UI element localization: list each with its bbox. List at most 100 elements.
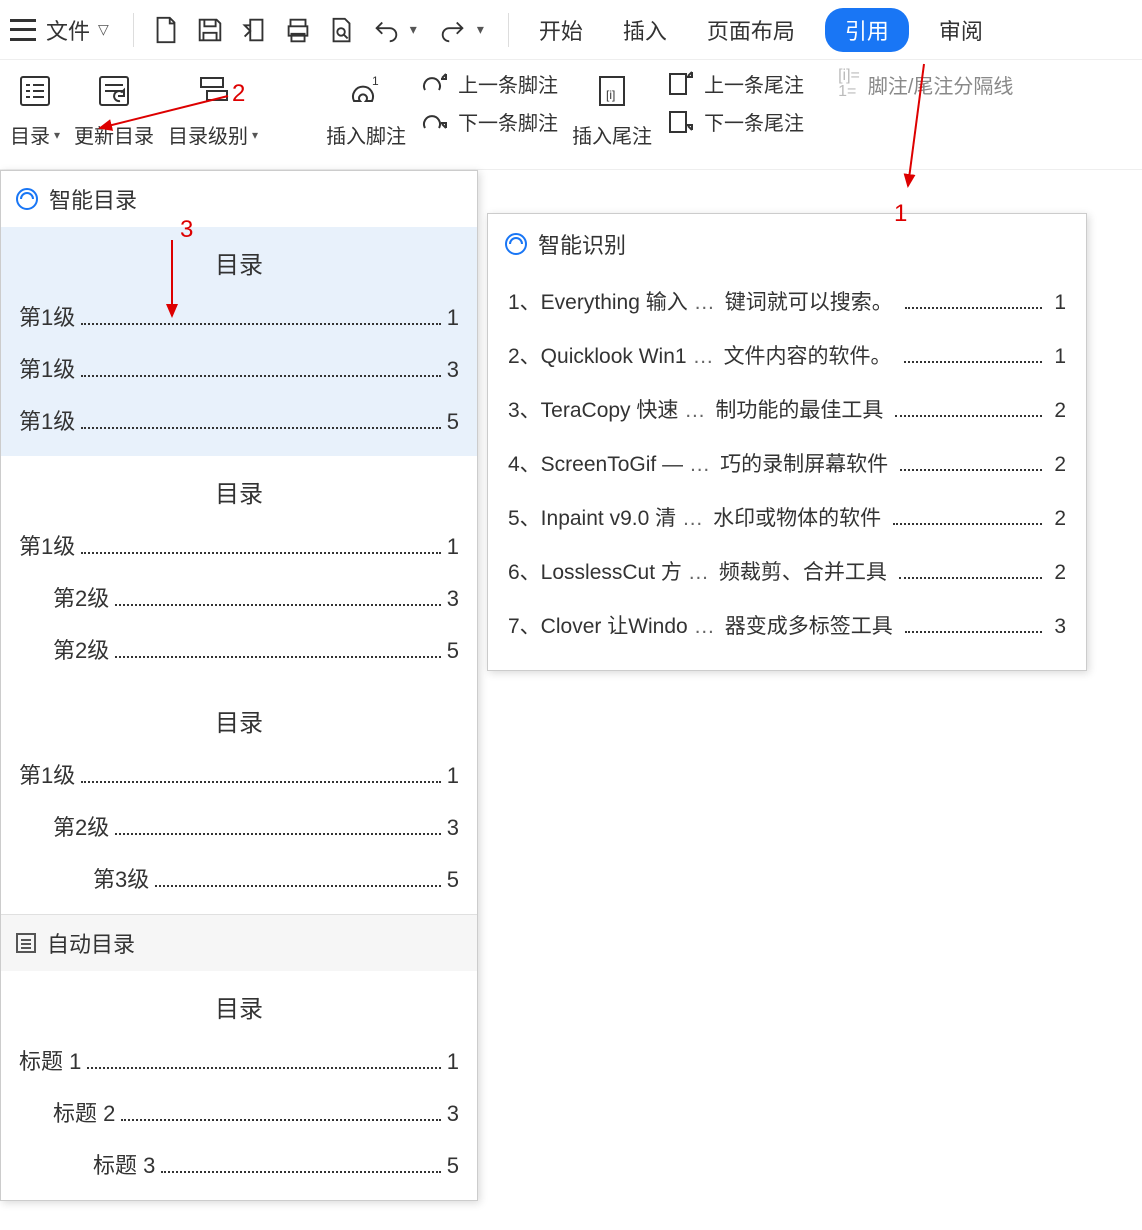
toc-row: 第2级5	[1, 623, 477, 675]
update-toc-button[interactable]: 更新目录	[74, 68, 154, 149]
auto-toc-icon	[15, 932, 37, 954]
file-menu[interactable]: 文件	[46, 14, 90, 46]
toc-dropdown-panel: 智能目录 目录第1级1第1级3第1级5目录第1级1第2级3第2级5目录第1级1第…	[0, 170, 478, 1201]
toc-row: 第2级3	[1, 800, 477, 852]
next-footnote-button[interactable]: 下一条脚注	[420, 106, 558, 136]
prev-endnote-button[interactable]: 上一条尾注	[666, 68, 804, 98]
print-icon[interactable]	[278, 10, 318, 50]
smart-toc-label: 智能目录	[49, 183, 137, 215]
toc-row-page: 5	[447, 1153, 459, 1179]
recognition-text-2: 器变成多标签工具	[725, 610, 893, 640]
recognition-text-1: 6、LosslessCut 方	[508, 556, 682, 586]
toc-row-label: 第1级	[19, 404, 75, 436]
chevron-down-icon[interactable]: ▾	[477, 21, 484, 38]
toc-row-dots	[115, 833, 441, 835]
recognition-text-1: 5、Inpaint v9.0 清	[508, 502, 676, 532]
toc-row-page: 1	[447, 763, 459, 789]
toc-icon	[12, 68, 58, 114]
toc-style-option[interactable]: 目录第1级1第1级3第1级5	[1, 227, 477, 456]
chevron-down-icon[interactable]: ▽	[98, 21, 109, 38]
footnote-endnote-separator-button[interactable]: [i]=1= 脚注/尾注分隔线	[838, 68, 1013, 100]
toc-row-page: 3	[447, 1101, 459, 1127]
toc-row-page: 1	[447, 1049, 459, 1075]
recognition-dots	[893, 523, 1042, 525]
next-endnote-button[interactable]: 下一条尾注	[666, 106, 804, 136]
toc-row: 第1级5	[1, 394, 477, 446]
recognition-page: 2	[1054, 399, 1066, 423]
chevron-down-icon[interactable]: ▾	[410, 21, 417, 38]
insert-footnote-button[interactable]: 1 插入脚注	[326, 68, 406, 149]
recognition-text-1: 4、ScreenToGif —	[508, 448, 683, 478]
recognition-item[interactable]: 7、Clover 让Windo…器变成多标签工具3	[488, 598, 1086, 652]
toc-row: 标题 35	[1, 1138, 477, 1190]
toc-row-page: 5	[447, 867, 459, 893]
tab-review[interactable]: 审阅	[929, 8, 993, 52]
separator	[133, 13, 134, 47]
recognition-page: 2	[1054, 453, 1066, 477]
insert-endnote-label: 插入尾注	[572, 120, 652, 149]
toc-block-title: 目录	[1, 685, 477, 748]
toc-row: 第1级1	[1, 748, 477, 800]
save-icon[interactable]	[190, 10, 230, 50]
toc-style-option[interactable]: 目录第1级1第2级3第2级5	[1, 456, 477, 685]
toc-row: 第1级1	[1, 290, 477, 342]
recognition-page: 1	[1054, 345, 1066, 369]
recognition-item[interactable]: 6、LosslessCut 方…频裁剪、合并工具2	[488, 544, 1086, 598]
toc-row-label: 标题 1	[19, 1044, 81, 1076]
chevron-down-icon: ▾	[252, 128, 258, 142]
ellipsis: …	[693, 345, 714, 369]
toc-row: 第3级 5	[1, 852, 477, 904]
recognition-text-1: 3、TeraCopy 快速	[508, 394, 678, 424]
auto-toc-label: 自动目录	[47, 927, 135, 959]
update-toc-label: 更新目录	[74, 120, 154, 149]
insert-endnote-button[interactable]: [i] 插入尾注	[572, 68, 652, 149]
toc-row: 第1级3	[1, 342, 477, 394]
tab-start[interactable]: 开始	[529, 8, 593, 52]
recognition-text-2: 键词就可以搜索。	[725, 286, 893, 316]
recognition-item[interactable]: 5、Inpaint v9.0 清…水印或物体的软件2	[488, 490, 1086, 544]
tab-references[interactable]: 引用	[825, 8, 909, 52]
recognition-page: 3	[1054, 615, 1066, 639]
chevron-down-icon: ▾	[54, 128, 60, 142]
toc-level-button[interactable]: 目录级别▾	[168, 68, 258, 149]
prev-footnote-icon	[420, 68, 450, 98]
ellipsis: …	[684, 399, 705, 423]
undo-icon[interactable]	[366, 10, 406, 50]
recognition-item[interactable]: 1、Everything 输入…键词就可以搜索。1	[488, 274, 1086, 328]
auto-toc-style-option[interactable]: 目录标题 11标题 23标题 35	[1, 971, 477, 1200]
print-preview-icon[interactable]	[322, 10, 362, 50]
recognition-dots	[904, 361, 1043, 363]
toc-row: 第2级3	[1, 571, 477, 623]
toc-label: 目录	[10, 120, 50, 149]
toc-level-icon	[190, 68, 236, 114]
tab-insert[interactable]: 插入	[613, 8, 677, 52]
toc-row-label: 第2级	[53, 633, 109, 665]
ellipsis: …	[688, 561, 709, 585]
toc-row-page: 3	[447, 357, 459, 383]
recognition-item[interactable]: 2、Quicklook Win1…文件内容的软件。1	[488, 328, 1086, 382]
share-icon[interactable]	[234, 10, 274, 50]
recognition-dots	[900, 469, 1042, 471]
prev-endnote-label: 上一条尾注	[704, 69, 804, 98]
prev-footnote-button[interactable]: 上一条脚注	[420, 68, 558, 98]
new-document-icon[interactable]	[146, 10, 186, 50]
ellipsis: …	[694, 291, 715, 315]
recognition-item[interactable]: 4、ScreenToGif —…巧的录制屏幕软件2	[488, 436, 1086, 490]
hamburger-icon[interactable]	[10, 19, 36, 41]
recognition-item[interactable]: 3、TeraCopy 快速…制功能的最佳工具2	[488, 382, 1086, 436]
toc-style-option[interactable]: 目录第1级1第2级3 第3级 5	[1, 685, 477, 914]
recognition-text-2: 频裁剪、合并工具	[719, 556, 887, 586]
recognition-text-2: 巧的录制屏幕软件	[720, 448, 888, 478]
redo-icon[interactable]	[433, 10, 473, 50]
toc-row-dots	[115, 656, 441, 658]
toc-row-label: 第3级	[93, 862, 149, 894]
toc-row-dots	[81, 375, 441, 377]
prev-footnote-label: 上一条脚注	[458, 69, 558, 98]
toc-row-label: 第1级	[19, 300, 75, 332]
tab-page-layout[interactable]: 页面布局	[697, 8, 805, 52]
toc-dropdown-button[interactable]: 目录 ▾	[10, 68, 60, 149]
toc-row-label: 第2级	[53, 581, 109, 613]
ellipsis: …	[682, 507, 703, 531]
separator	[508, 13, 509, 47]
toc-row-dots	[115, 604, 441, 606]
